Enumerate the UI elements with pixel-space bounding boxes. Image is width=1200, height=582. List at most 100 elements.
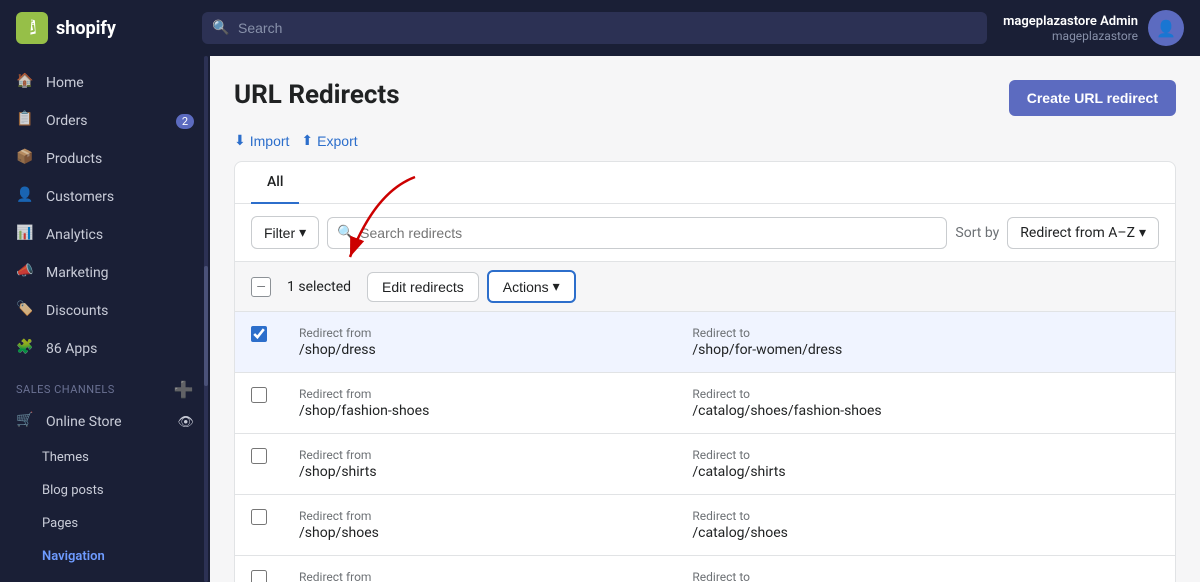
view-online-store-icon[interactable]: 👁 bbox=[177, 415, 194, 430]
sidebar-item-products[interactable]: 📦 Products bbox=[0, 140, 210, 178]
search-redirects-input[interactable] bbox=[327, 217, 947, 249]
sidebar-label-marketing: Marketing bbox=[46, 265, 109, 281]
row-checkbox-0[interactable] bbox=[251, 326, 267, 342]
redirect-to-label: Redirect to bbox=[692, 326, 1159, 340]
pages-label: Pages bbox=[42, 516, 78, 531]
redirect-from-cell: Redirect from /shop/shirts bbox=[283, 434, 676, 495]
sidebar-item-apps[interactable]: 🧩 86 Apps bbox=[0, 330, 210, 368]
toolbar: Filter ▾ 🔍 Sort by Redirect from A–Z ▾ bbox=[235, 204, 1175, 262]
row-checkbox-cell[interactable] bbox=[235, 556, 283, 582]
edit-redirects-button[interactable]: Edit redirects bbox=[367, 272, 479, 302]
filter-chevron-icon: ▾ bbox=[299, 224, 306, 241]
redirect-from-label: Redirect from bbox=[299, 326, 660, 340]
selection-bar-container: — 1 selected Edit redirects Actions ▾ bbox=[235, 262, 1175, 312]
redirect-to-url: /catalog/shirts bbox=[692, 464, 1159, 480]
redirect-to-cell: Redirect to /catalog/shoes/fashion-shoes bbox=[676, 373, 1175, 434]
redirect-from-url: /shop/fashion-shoes bbox=[299, 403, 660, 419]
sort-dropdown[interactable]: Redirect from A–Z ▾ bbox=[1007, 217, 1159, 249]
main-content: URL Redirects Create URL redirect ⬇ Impo… bbox=[210, 56, 1200, 582]
sidebar-item-navigation[interactable]: Navigation bbox=[0, 540, 210, 573]
row-checkbox-cell[interactable] bbox=[235, 373, 283, 434]
search-bar-icon: 🔍 bbox=[337, 225, 354, 241]
row-checkbox-cell[interactable] bbox=[235, 312, 283, 373]
export-button[interactable]: ⬆ Export bbox=[301, 132, 357, 149]
sidebar-scrollbar-thumb[interactable] bbox=[204, 266, 208, 386]
sidebar-label-products: Products bbox=[46, 151, 102, 167]
redirect-from-label: Redirect from bbox=[299, 387, 660, 401]
table-row[interactable]: Redirect from /shop/shoes Redirect to /c… bbox=[235, 495, 1175, 556]
logo[interactable]: shopify bbox=[16, 12, 186, 44]
user-store: mageplazastore bbox=[1003, 29, 1138, 43]
redirect-to-cell: Redirect to /catalog/shoes bbox=[676, 495, 1175, 556]
marketing-icon: 📣 bbox=[16, 263, 36, 283]
redirect-from-label: Redirect from bbox=[299, 448, 660, 462]
search-input[interactable] bbox=[202, 12, 987, 44]
import-button[interactable]: ⬇ Import bbox=[234, 132, 289, 149]
table-row[interactable]: Redirect from /shop/dress Redirect to /s… bbox=[235, 312, 1175, 373]
customers-icon: 👤 bbox=[16, 187, 36, 207]
row-checkbox-cell[interactable] bbox=[235, 434, 283, 495]
row-checkbox-1[interactable] bbox=[251, 387, 267, 403]
row-checkbox-2[interactable] bbox=[251, 448, 267, 464]
sort-chevron-icon: ▾ bbox=[1139, 225, 1146, 241]
row-checkbox-cell[interactable] bbox=[235, 495, 283, 556]
table-row[interactable]: Redirect from /shop/unlimited-leather-sh… bbox=[235, 556, 1175, 582]
apps-icon: 🧩 bbox=[16, 339, 36, 359]
import-icon: ⬇ bbox=[234, 132, 246, 149]
redirect-from-cell: Redirect from /shop/shoes bbox=[283, 495, 676, 556]
sidebar-item-discounts[interactable]: 🏷️ Discounts bbox=[0, 292, 210, 330]
redirect-from-cell: Redirect from /shop/dress bbox=[283, 312, 676, 373]
logo-text: shopify bbox=[56, 18, 116, 39]
redirect-from-cell: Redirect from /shop/unlimited-leather-sh… bbox=[283, 556, 676, 582]
sidebar-item-orders[interactable]: 📋 Orders 2 bbox=[0, 102, 210, 140]
sidebar-label-orders: Orders bbox=[46, 113, 88, 129]
redirect-to-label: Redirect to bbox=[692, 509, 1159, 523]
sidebar-item-themes[interactable]: Themes bbox=[0, 441, 210, 474]
sidebar-label-home: Home bbox=[46, 75, 84, 91]
redirect-from-url: /shop/shirts bbox=[299, 464, 660, 480]
deselect-button[interactable]: — bbox=[251, 277, 271, 297]
avatar[interactable]: 👤 bbox=[1148, 10, 1184, 46]
user-name: mageplazastore Admin bbox=[1003, 14, 1138, 29]
sidebar-scrollbar-track bbox=[204, 56, 208, 582]
sidebar-item-blog-posts[interactable]: Blog posts bbox=[0, 474, 210, 507]
redirect-from-label: Redirect from bbox=[299, 570, 660, 582]
sidebar-item-online-store[interactable]: 🛒 Online Store 👁 bbox=[0, 403, 210, 441]
card-tabs: All bbox=[235, 162, 1175, 204]
sidebar-item-home[interactable]: 🏠 Home bbox=[0, 64, 210, 102]
navigation-label: Navigation bbox=[42, 549, 105, 564]
sidebar-item-marketing[interactable]: 📣 Marketing bbox=[0, 254, 210, 292]
analytics-icon: 📊 bbox=[16, 225, 36, 245]
user-info: mageplazastore Admin mageplazastore bbox=[1003, 14, 1138, 43]
sidebar-item-domains[interactable]: Domains bbox=[0, 573, 210, 582]
page-title: URL Redirects bbox=[234, 80, 400, 110]
actions-button[interactable]: Actions ▾ bbox=[487, 270, 576, 303]
sidebar-label-customers: Customers bbox=[46, 189, 114, 205]
search-icon: 🔍 bbox=[212, 20, 229, 36]
table-row[interactable]: Redirect from /shop/shirts Redirect to /… bbox=[235, 434, 1175, 495]
actions-chevron-icon: ▾ bbox=[553, 278, 560, 295]
redirect-from-label: Redirect from bbox=[299, 509, 660, 523]
sidebar-item-pages[interactable]: Pages bbox=[0, 507, 210, 540]
add-sales-channel-icon[interactable]: ➕ bbox=[174, 380, 194, 399]
home-icon: 🏠 bbox=[16, 73, 36, 93]
sort-option-label: Redirect from A–Z bbox=[1020, 225, 1135, 241]
layout: 🏠 Home 📋 Orders 2 📦 Products 👤 Customers… bbox=[0, 56, 1200, 582]
filter-button[interactable]: Filter ▾ bbox=[251, 216, 319, 249]
selection-bar: — 1 selected Edit redirects Actions ▾ bbox=[235, 262, 1175, 312]
redirects-card: All Filter ▾ 🔍 Sort by Redirect from A–Z… bbox=[234, 161, 1176, 582]
redirect-to-label: Redirect to bbox=[692, 448, 1159, 462]
create-redirect-button[interactable]: Create URL redirect bbox=[1009, 80, 1176, 116]
sidebar-item-customers[interactable]: 👤 Customers bbox=[0, 178, 210, 216]
orders-badge: 2 bbox=[176, 114, 194, 129]
row-checkbox-4[interactable] bbox=[251, 570, 267, 582]
user-menu[interactable]: mageplazastore Admin mageplazastore 👤 bbox=[1003, 10, 1184, 46]
sales-channels-section: SALES CHANNELS ➕ bbox=[0, 368, 210, 403]
redirect-from-cell: Redirect from /shop/fashion-shoes bbox=[283, 373, 676, 434]
table-row[interactable]: Redirect from /shop/fashion-shoes Redire… bbox=[235, 373, 1175, 434]
sidebar-item-analytics[interactable]: 📊 Analytics bbox=[0, 216, 210, 254]
row-checkbox-3[interactable] bbox=[251, 509, 267, 525]
tab-all[interactable]: All bbox=[251, 162, 299, 204]
redirect-from-url: /shop/shoes bbox=[299, 525, 660, 541]
sidebar-label-discounts: Discounts bbox=[46, 303, 108, 319]
